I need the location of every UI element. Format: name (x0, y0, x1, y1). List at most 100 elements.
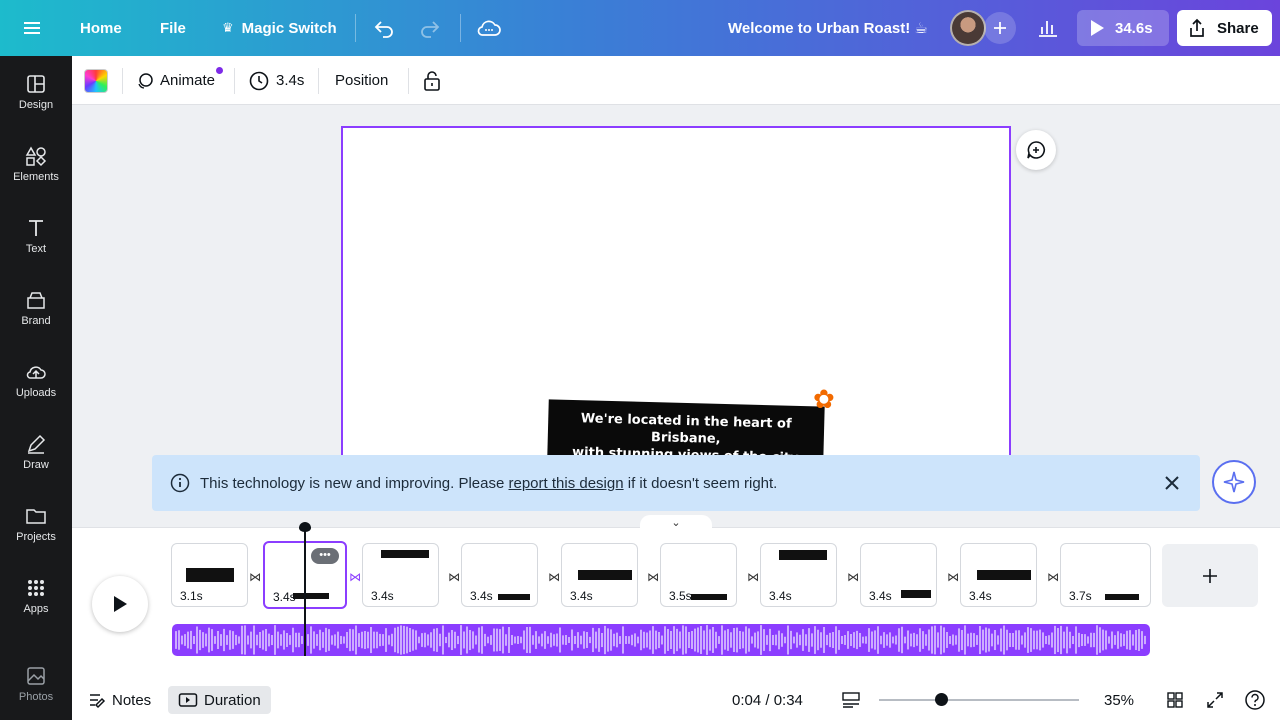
page-thumbnail-1[interactable]: 3.1s (171, 543, 248, 607)
time-readout: 0:04 / 0:34 (732, 691, 803, 709)
page-thumbnail-4[interactable]: 3.4s (461, 543, 538, 607)
share-button[interactable]: Share (1177, 10, 1272, 46)
sidebar-item-design[interactable]: Design (0, 56, 72, 128)
thumb-caption-bar (381, 550, 429, 558)
present-button[interactable]: 34.6s (1077, 10, 1169, 46)
transition-icon[interactable]: ⋈ (548, 570, 560, 584)
zoom-slider[interactable] (879, 699, 1079, 701)
document-title[interactable]: Welcome to Urban Roast! ☕ (728, 0, 928, 56)
playhead[interactable] (304, 530, 306, 656)
sidebar-item-label: Apps (23, 603, 49, 615)
transition-icon[interactable]: ⋈ (349, 570, 361, 584)
playhead-handle[interactable] (299, 522, 311, 532)
divider (355, 14, 356, 42)
transition-icon[interactable]: ⋈ (847, 570, 859, 584)
transition-icon[interactable]: ⋈ (647, 570, 659, 584)
zoom-level[interactable]: 35% (1104, 680, 1134, 720)
page-thumbnail-7[interactable]: 3.4s (760, 543, 837, 607)
sidebar-item-label: Design (18, 99, 54, 111)
sparkle-icon (1223, 471, 1245, 493)
flower-graphic[interactable]: ✿ (813, 384, 835, 415)
help-icon[interactable] (1244, 680, 1266, 720)
contextual-toolbar: Animate 3.4s Position (72, 56, 1280, 105)
page-thumbnail-6[interactable]: 3.5s (660, 543, 737, 607)
timing-button[interactable]: 3.4s (248, 56, 304, 105)
add-page-button[interactable] (1162, 544, 1258, 607)
sidebar-item-projects[interactable]: Projects (0, 488, 72, 560)
folder-icon (26, 509, 46, 524)
sidebar-item-apps[interactable]: Apps (0, 560, 72, 632)
sidebar-item-text[interactable]: Text (0, 200, 72, 272)
sidebar-item-label: Brand (21, 315, 51, 327)
magic-switch-button[interactable]: ♛ Magic Switch (222, 0, 337, 56)
notification-dot (216, 67, 223, 74)
page-duration: 3.4s (969, 589, 992, 603)
caption-text-box[interactable]: We're located in the heart of Brisbane, … (547, 399, 825, 464)
report-design-link[interactable]: report this design (509, 475, 624, 492)
color-button[interactable] (84, 56, 108, 105)
grid-view-icon[interactable] (1166, 680, 1184, 720)
page-duration: 3.5s (669, 589, 692, 603)
page-duration: 3.7s (1069, 589, 1092, 603)
animate-button[interactable]: Animate (136, 56, 215, 105)
cloud-save-icon[interactable] (476, 0, 502, 56)
page-duration: 3.4s (869, 589, 892, 603)
play-duration: 34.6s (1115, 19, 1153, 37)
thumb-caption-bar (977, 570, 1031, 580)
close-icon[interactable] (1162, 473, 1182, 493)
home-button[interactable]: Home (80, 0, 122, 56)
timeline-icon (178, 693, 198, 707)
page-thumbnail-5[interactable]: 3.4s (561, 543, 638, 607)
sidebar-item-draw[interactable]: Draw (0, 416, 72, 488)
undo-icon[interactable] (372, 0, 396, 56)
lock-icon[interactable] (422, 56, 442, 105)
page-view-icon[interactable] (841, 680, 861, 720)
fullscreen-icon[interactable] (1206, 680, 1224, 720)
plus-icon (994, 22, 1006, 34)
thumb-caption-bar (293, 593, 329, 599)
page-thumbnail-8[interactable]: 3.4s (860, 543, 937, 607)
menu-icon[interactable] (24, 0, 48, 56)
file-menu[interactable]: File (160, 0, 186, 56)
collapse-timeline-button[interactable]: ⌄ (640, 515, 712, 529)
zoom-slider-handle[interactable] (935, 693, 948, 706)
page-thumbnail-10[interactable]: 3.7s (1060, 543, 1151, 607)
apps-grid-icon (28, 580, 44, 596)
info-banner: This technology is new and improving. Pl… (152, 455, 1200, 511)
invite-button[interactable] (984, 12, 1016, 44)
notes-button[interactable]: Notes (88, 680, 151, 720)
transition-icon[interactable]: ⋈ (1047, 570, 1059, 584)
avatar[interactable] (950, 10, 986, 46)
design-page[interactable]: We're located in the heart of Brisbane, … (341, 126, 1011, 466)
sidebar-item-elements[interactable]: Elements (0, 128, 72, 200)
position-button[interactable]: Position (335, 56, 388, 105)
transition-icon[interactable]: ⋈ (947, 570, 959, 584)
duration-button[interactable]: Duration (168, 686, 271, 714)
thumb-caption-bar (779, 550, 827, 560)
audio-track[interactable] (172, 624, 1150, 656)
insights-icon[interactable] (1036, 0, 1060, 56)
magic-assistant-button[interactable] (1212, 460, 1256, 504)
page-duration: 3.4s (371, 589, 394, 603)
clock-icon (249, 71, 269, 90)
transition-icon[interactable]: ⋈ (249, 570, 261, 584)
page-thumbnail-9[interactable]: 3.4s (960, 543, 1037, 607)
footer-bar: Notes Duration 0:04 / 0:34 35% (72, 680, 1280, 720)
more-options-icon[interactable]: ••• (311, 548, 339, 564)
transition-icon[interactable]: ⋈ (747, 570, 759, 584)
sidebar-item-photos[interactable]: Photos (0, 648, 72, 720)
add-comment-button[interactable] (1016, 130, 1056, 170)
divider (408, 68, 409, 94)
divider (460, 14, 461, 42)
redo-icon[interactable] (418, 0, 442, 56)
play-icon (114, 596, 127, 612)
transition-icon[interactable]: ⋈ (448, 570, 460, 584)
timeline-play-button[interactable] (92, 576, 148, 632)
page-thumbnail-3[interactable]: 3.4s (362, 543, 439, 607)
divider (234, 68, 235, 94)
page-duration: 3.4s (470, 589, 493, 603)
audio-waveform (175, 625, 1146, 655)
sidebar-item-uploads[interactable]: Uploads (0, 344, 72, 416)
sidebar-item-brand[interactable]: Brand (0, 272, 72, 344)
color-swatch (84, 68, 108, 93)
